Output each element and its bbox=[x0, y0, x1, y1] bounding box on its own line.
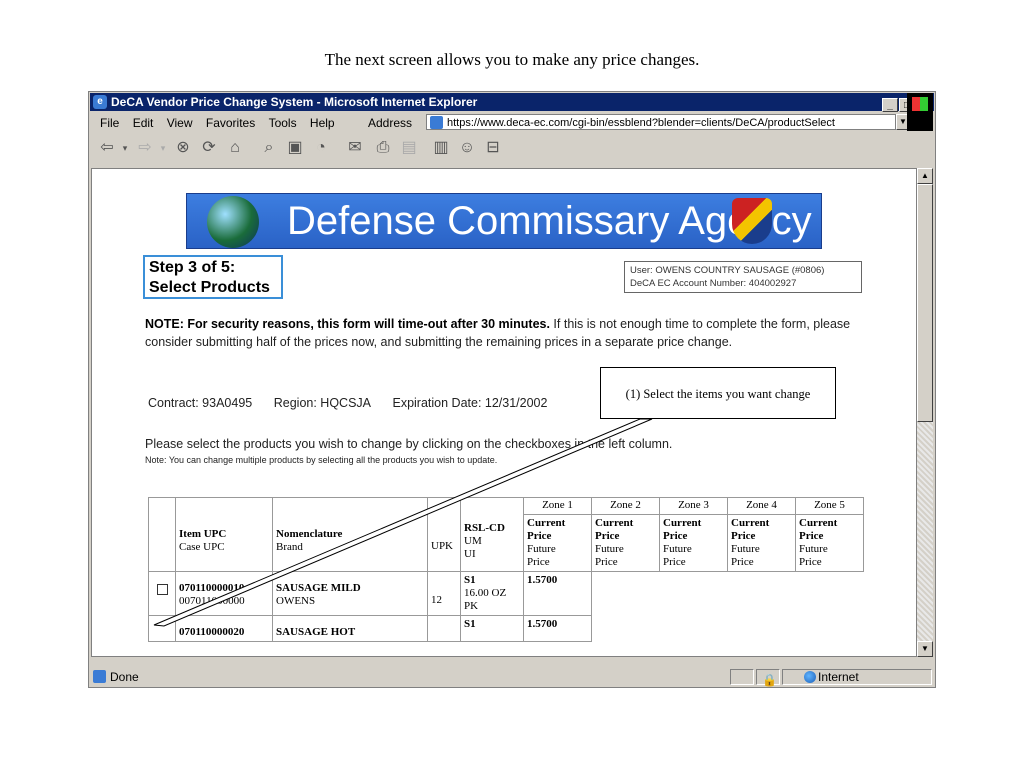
print-icon[interactable]: ⎙ bbox=[372, 138, 394, 158]
history-icon[interactable]: ◔ bbox=[310, 138, 332, 158]
title-bar: e DeCA Vendor Price Change System - Micro… bbox=[90, 93, 934, 112]
discuss-icon[interactable]: ▥ bbox=[430, 138, 452, 158]
home-icon[interactable]: ⌂ bbox=[224, 138, 246, 158]
status-text: Done bbox=[110, 670, 139, 684]
scroll-thumb[interactable] bbox=[917, 184, 933, 422]
page-content: Defense Commissary Agency Step 3 of 5: S… bbox=[91, 168, 917, 657]
slide-caption: The next screen allows you to make any p… bbox=[324, 50, 700, 69]
address-label: Address bbox=[368, 116, 413, 130]
internet-zone-icon bbox=[804, 671, 816, 683]
toolbar: ⇦ ▾ ⇨ ▾ ⊗ ⟳ ⌂ ⌕ ▣ ◔ ✉ ⎙ ▤ ▥ ☺ ⊟ bbox=[90, 135, 905, 161]
page-icon bbox=[430, 116, 443, 129]
refresh-icon[interactable]: ⟳ bbox=[198, 138, 220, 158]
window-title: DeCA Vendor Price Change System - Micros… bbox=[111, 95, 478, 109]
menu-view[interactable]: View bbox=[167, 112, 193, 134]
security-zone: Internet bbox=[818, 670, 859, 684]
back-icon[interactable]: ⇦ bbox=[96, 138, 118, 158]
menu-edit[interactable]: Edit bbox=[133, 112, 154, 134]
windows-logo-icon bbox=[907, 93, 933, 131]
menu-help[interactable]: Help bbox=[310, 112, 335, 134]
forward-dropdown-icon[interactable]: ▾ bbox=[158, 138, 168, 158]
back-dropdown-icon[interactable]: ▾ bbox=[120, 138, 130, 158]
stop-icon[interactable]: ⊗ bbox=[172, 138, 194, 158]
minimize-button[interactable]: _ bbox=[882, 98, 898, 112]
search-icon[interactable]: ⌕ bbox=[258, 138, 280, 158]
lock-icon: 🔒 bbox=[762, 673, 777, 687]
scroll-down-button[interactable]: ▼ bbox=[917, 641, 933, 657]
menu-tools[interactable]: Tools bbox=[269, 112, 297, 134]
research-icon[interactable]: ⊟ bbox=[482, 138, 504, 158]
scroll-up-button[interactable]: ▲ bbox=[917, 168, 933, 184]
status-bar: Done 🔒 Internet bbox=[90, 667, 934, 687]
menu-favorites[interactable]: Favorites bbox=[206, 112, 255, 134]
edit-icon[interactable]: ▤ bbox=[398, 138, 420, 158]
ie-icon: e bbox=[93, 95, 107, 109]
menu-file[interactable]: File bbox=[100, 112, 119, 134]
forward-icon[interactable]: ⇨ bbox=[134, 138, 156, 158]
callout-box: (1) Select the items you want change bbox=[600, 367, 836, 419]
favorites-icon[interactable]: ▣ bbox=[284, 138, 306, 158]
menu-bar: File Edit View Favorites Tools Help Addr… bbox=[90, 112, 934, 134]
browser-window: e DeCA Vendor Price Change System - Micro… bbox=[88, 91, 936, 688]
vertical-scrollbar[interactable]: ▲ ▼ bbox=[917, 168, 933, 657]
page-done-icon bbox=[93, 670, 106, 683]
address-input[interactable]: https://www.deca-ec.com/cgi-bin/essblend… bbox=[426, 114, 896, 130]
address-url: https://www.deca-ec.com/cgi-bin/essblend… bbox=[447, 117, 835, 129]
mail-icon[interactable]: ✉ bbox=[344, 138, 366, 158]
messenger-icon[interactable]: ☺ bbox=[456, 138, 478, 158]
